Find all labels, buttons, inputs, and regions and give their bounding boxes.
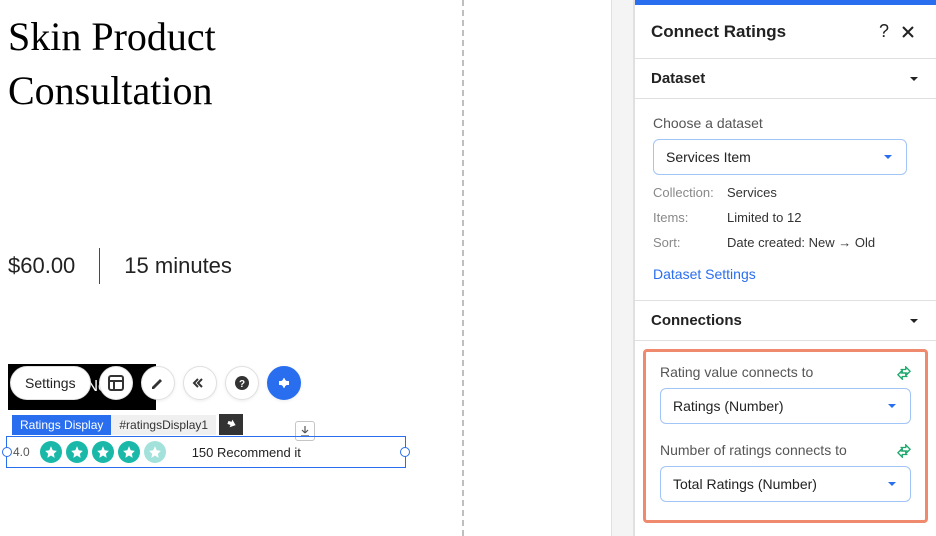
chevron-down-icon bbox=[908, 73, 920, 85]
stars-row bbox=[40, 441, 166, 463]
canvas-divider bbox=[462, 0, 464, 536]
settings-button[interactable]: Settings bbox=[10, 366, 91, 400]
sort-info: Sort: Date created: New → Old bbox=[653, 235, 918, 250]
ratings-display-element[interactable]: 4.0 150 Recommend it bbox=[6, 436, 406, 468]
title-line1: Skin Product bbox=[8, 14, 216, 59]
star-icon bbox=[40, 441, 62, 463]
dataset-settings-link[interactable]: Dataset Settings bbox=[653, 266, 756, 282]
number-ratings-label: Number of ratings connects to bbox=[660, 442, 911, 458]
connect-data-icon[interactable] bbox=[267, 366, 301, 400]
dataset-dropdown[interactable]: Services Item bbox=[653, 139, 907, 175]
element-id-badge: #ratingsDisplay1 bbox=[111, 415, 216, 435]
sync-icon bbox=[897, 366, 911, 385]
meta-divider bbox=[99, 248, 100, 284]
collection-info: Collection: Services bbox=[653, 185, 918, 200]
price-text: $60.00 bbox=[8, 253, 75, 279]
star-icon bbox=[144, 441, 166, 463]
rating-value-dropdown[interactable]: Ratings (Number) bbox=[660, 388, 911, 424]
star-icon bbox=[66, 441, 88, 463]
connections-highlight: Rating value connects to Ratings (Number… bbox=[643, 349, 928, 523]
connections-section-header[interactable]: Connections bbox=[635, 301, 936, 341]
title-line2: Consultation bbox=[8, 68, 212, 113]
dataset-section-body: Choose a dataset Services Item Collectio… bbox=[635, 99, 936, 301]
panel-title: Connect Ratings bbox=[651, 22, 872, 42]
panel-header: Connect Ratings ? bbox=[635, 5, 936, 59]
animation-icon[interactable] bbox=[183, 366, 217, 400]
design-icon[interactable] bbox=[141, 366, 175, 400]
choose-dataset-label: Choose a dataset bbox=[653, 115, 918, 131]
meta-row: $60.00 15 minutes bbox=[8, 248, 608, 284]
ratings-count-label: 150 Recommend it bbox=[192, 445, 301, 460]
chevron-down-icon bbox=[908, 315, 920, 327]
layout-icon[interactable] bbox=[99, 366, 133, 400]
sync-icon bbox=[897, 444, 911, 463]
component-badge: Ratings Display bbox=[12, 415, 111, 435]
chevron-down-icon bbox=[882, 151, 894, 163]
panel-gutter bbox=[611, 0, 634, 536]
number-ratings-dropdown[interactable]: Total Ratings (Number) bbox=[660, 466, 911, 502]
duration-text: 15 minutes bbox=[124, 253, 232, 279]
dataset-section-header[interactable]: Dataset bbox=[635, 59, 936, 99]
connect-panel: Connect Ratings ? Dataset Choose a datas… bbox=[634, 0, 936, 536]
element-toolbar: Settings ? bbox=[10, 366, 301, 400]
svg-text:?: ? bbox=[239, 379, 245, 390]
number-ratings-field: Number of ratings connects to Total Rati… bbox=[660, 442, 911, 502]
panel-help-icon[interactable]: ? bbox=[872, 20, 896, 44]
close-icon[interactable] bbox=[896, 20, 920, 44]
help-icon[interactable]: ? bbox=[225, 366, 259, 400]
rating-value-label: Rating value connects to bbox=[660, 364, 911, 380]
star-icon bbox=[118, 441, 140, 463]
star-icon bbox=[92, 441, 114, 463]
data-connect-badge-icon[interactable] bbox=[219, 414, 243, 435]
chevron-down-icon bbox=[886, 400, 898, 412]
items-info: Items: Limited to 12 bbox=[653, 210, 918, 225]
element-badge-row: Ratings Display #ratingsDisplay1 bbox=[12, 414, 243, 435]
rating-value-field: Rating value connects to Ratings (Number… bbox=[660, 364, 911, 424]
chevron-down-icon bbox=[886, 478, 898, 490]
page-title: Skin Product Consultation bbox=[8, 10, 608, 118]
rating-value: 4.0 bbox=[13, 445, 30, 459]
